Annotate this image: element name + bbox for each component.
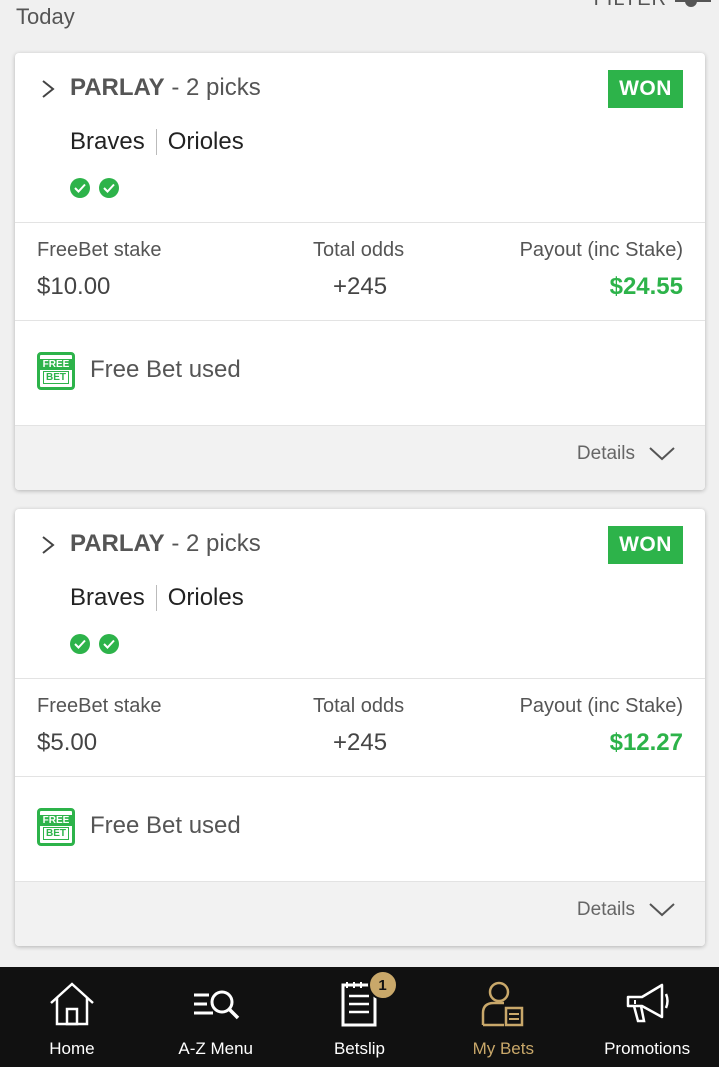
section-label: Today xyxy=(16,4,75,29)
odds-label: Total odds xyxy=(313,695,405,717)
details-label: Details xyxy=(576,899,635,920)
chevron-down-icon xyxy=(649,447,675,461)
details-toggle[interactable]: Details xyxy=(577,443,675,465)
nav-home[interactable]: Home xyxy=(0,967,144,1067)
chevron-right-icon[interactable] xyxy=(41,535,55,555)
odds-label: Total odds xyxy=(313,239,405,261)
nav-az-menu[interactable]: A-Z Menu xyxy=(144,967,288,1067)
stake-label: FreeBet stake xyxy=(37,695,162,717)
card-footer: Details xyxy=(15,426,705,490)
free-bet-icon: FREE BET xyxy=(37,352,75,390)
team-name: Braves xyxy=(70,584,145,611)
check-icon xyxy=(99,178,119,198)
bet-title: PARLAY - 2 picks xyxy=(70,74,261,102)
payout-value: $24.55 xyxy=(609,273,683,300)
check-icon xyxy=(99,634,119,654)
bet-card-header[interactable]: PARLAY - 2 picks WON Braves Orioles xyxy=(15,53,705,223)
free-bet-row: FREE BET Free Bet used xyxy=(15,777,705,882)
payout-value: $12.27 xyxy=(609,729,683,756)
details-toggle[interactable]: Details xyxy=(577,899,675,921)
home-icon xyxy=(50,982,94,1026)
check-icon xyxy=(70,178,90,198)
status-badge: WON xyxy=(608,526,683,564)
nav-label: Promotions xyxy=(604,1039,691,1058)
team-name: Braves xyxy=(70,128,145,155)
payout-label: Payout (inc Stake) xyxy=(519,695,683,717)
chevron-down-icon xyxy=(649,903,675,917)
team-separator xyxy=(155,585,157,611)
bet-card: PARLAY - 2 picks WON Braves Orioles Free… xyxy=(15,509,705,946)
free-bet-row: FREE BET Free Bet used xyxy=(15,321,705,426)
payout-label: Payout (inc Stake) xyxy=(519,239,683,261)
pick-results xyxy=(70,634,119,654)
stake-value: $5.00 xyxy=(37,729,98,756)
nav-label: Betslip xyxy=(333,1039,385,1058)
team-name: Orioles xyxy=(167,128,244,155)
top-bar: Today FILTER xyxy=(0,0,719,40)
nav-promotions[interactable]: Promotions xyxy=(575,967,719,1067)
my-bets-icon xyxy=(482,981,524,1027)
free-bet-text: Free Bet used xyxy=(90,356,241,383)
chevron-right-icon[interactable] xyxy=(41,79,55,99)
filter-button[interactable]: FILTER xyxy=(594,0,711,11)
status-badge: WON xyxy=(608,70,683,108)
filter-label: FILTER xyxy=(594,0,667,11)
pick-results xyxy=(70,178,119,198)
az-menu-icon xyxy=(193,990,239,1020)
odds-value: +245 xyxy=(333,273,388,300)
bet-title: PARLAY - 2 picks xyxy=(70,530,261,558)
nav-label: My Bets xyxy=(472,1039,534,1058)
megaphone-icon xyxy=(626,983,669,1023)
odds-value: +245 xyxy=(333,729,388,756)
stake-value: $10.00 xyxy=(37,273,111,300)
nav-label: Home xyxy=(49,1039,95,1058)
bet-card: PARLAY - 2 picks WON Braves Orioles Free… xyxy=(15,53,705,490)
free-bet-text: Free Bet used xyxy=(90,812,241,839)
teams: Braves Orioles xyxy=(70,584,244,612)
teams: Braves Orioles xyxy=(70,128,244,156)
bet-type: PARLAY xyxy=(70,530,165,557)
team-separator xyxy=(155,129,157,155)
check-icon xyxy=(70,634,90,654)
free-bet-icon: FREE BET xyxy=(37,808,75,846)
bet-stats: FreeBet stake $10.00 Total odds +245 Pay… xyxy=(15,223,705,321)
betslip-count-badge: 1 xyxy=(367,970,398,1000)
nav-label: A-Z Menu xyxy=(178,1039,254,1058)
bottom-nav: Home A-Z Menu 1 Betslip My Bets Promotio… xyxy=(0,967,719,1067)
bet-card-header[interactable]: PARLAY - 2 picks WON Braves Orioles xyxy=(15,509,705,679)
stake-label: FreeBet stake xyxy=(37,239,162,261)
filter-slider-icon xyxy=(675,0,711,9)
card-footer: Details xyxy=(15,882,705,946)
bet-type: PARLAY xyxy=(70,74,165,101)
picks-count: - 2 picks xyxy=(164,74,261,101)
nav-my-bets[interactable]: My Bets xyxy=(431,967,575,1067)
details-label: Details xyxy=(576,443,635,464)
bet-stats: FreeBet stake $5.00 Total odds +245 Payo… xyxy=(15,679,705,777)
team-name: Orioles xyxy=(167,584,244,611)
nav-betslip[interactable]: 1 Betslip xyxy=(288,967,432,1067)
picks-count: - 2 picks xyxy=(164,530,261,557)
